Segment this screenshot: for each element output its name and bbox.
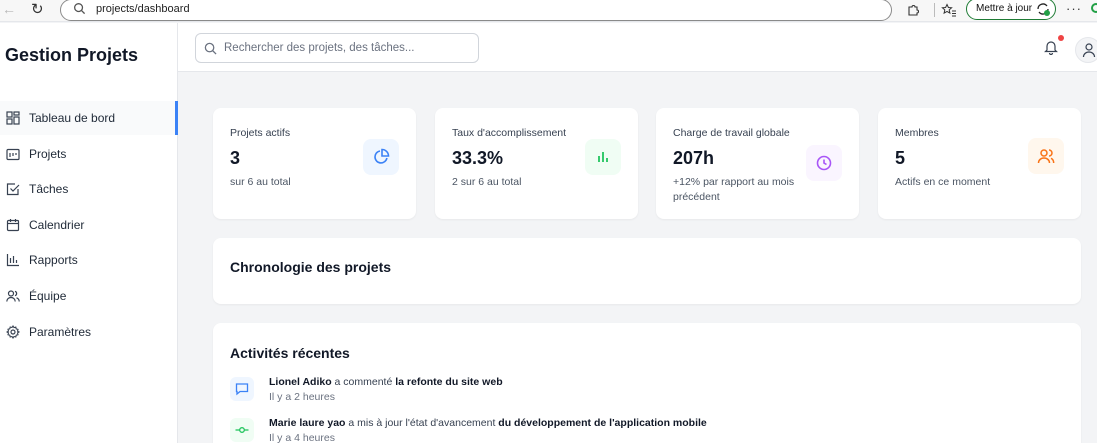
notification-badge (1058, 35, 1064, 41)
avatar[interactable] (1075, 37, 1097, 63)
clock-icon (816, 155, 832, 171)
favorites-icon[interactable] (941, 3, 957, 18)
activity-target: la refonte du site web (395, 376, 503, 388)
list-item[interactable]: Lionel Adiko a commenté la refonte du si… (230, 376, 1030, 412)
activity-icon-box (230, 377, 254, 401)
stat-title: Membres (895, 127, 939, 139)
top-header (178, 23, 1097, 72)
sidebar-item-label: Projets (29, 147, 67, 161)
stat-title: Taux d'accomplissement (452, 127, 567, 139)
stat-icon-box (585, 139, 621, 175)
sidebar-item-team[interactable]: Équipe (0, 279, 178, 313)
activity-user: Marie laure yao (269, 417, 346, 429)
pie-chart-icon (374, 148, 390, 164)
address-bar[interactable]: projects/dashboard (60, 0, 892, 21)
sidebar-item-label: Rapports (29, 253, 78, 267)
search-input[interactable] (224, 39, 474, 57)
app-title: Gestion Projets (5, 45, 139, 65)
activity-text: Marie laure yao a mis à jour l'état d'av… (269, 417, 707, 429)
sidebar-item-settings[interactable]: Paramètres (0, 315, 178, 349)
users-icon (1037, 149, 1055, 164)
gear-icon (6, 325, 20, 339)
activity-user: Lionel Adiko (269, 376, 332, 388)
search-icon (204, 42, 217, 55)
user-icon (1082, 43, 1096, 58)
stat-value: 207h (673, 148, 715, 168)
stat-card-completion-rate: Taux d'accomplissement 33.3% 2 sur 6 au … (435, 108, 638, 219)
activities-title: Activités récentes (230, 345, 350, 361)
stat-subtitle: Actifs en ce moment (895, 176, 991, 188)
sidebar-item-label: Tâches (29, 182, 69, 196)
browser-toolbar: ← ↻ projects/dashboard Mettre à jour ··· (0, 0, 1097, 22)
stat-value: 5 (895, 148, 906, 168)
folder-icon (6, 148, 20, 161)
search-box[interactable] (195, 33, 479, 63)
stat-title: Charge de travail globale (673, 127, 790, 139)
stat-icon-box (363, 139, 399, 175)
timeline-title: Chronologie des projets (230, 259, 392, 275)
activity-action: a commenté (331, 376, 396, 388)
stat-card-members: Membres 5 Actifs en ce moment (878, 108, 1081, 219)
stat-subtitle: +12% par rapport au mois précédent (673, 176, 795, 203)
commit-icon (235, 427, 249, 433)
stat-card-workload: Charge de travail globale 207h +12% par … (656, 108, 859, 219)
activity-text: Lionel Adiko a commenté la refonte du si… (269, 376, 503, 388)
sidebar-item-tasks[interactable]: Tâches (0, 172, 178, 206)
activity-target: du développement de l'application mobile (498, 417, 707, 429)
sidebar-item-reports[interactable]: Rapports (0, 243, 178, 277)
list-item[interactable]: Marie laure yao a mis à jour l'état d'av… (230, 417, 1030, 443)
grid-icon (6, 111, 20, 125)
activity-icon-box (230, 418, 254, 442)
extensions-icon[interactable] (906, 3, 920, 17)
calendar-icon (6, 219, 20, 232)
sidebar-item-label: Tableau de bord (29, 111, 116, 125)
reload-icon[interactable]: ↻ (31, 0, 44, 18)
sidebar-item-label: Paramètres (29, 325, 92, 339)
activities-card: Activités récentes Lionel Adiko a commen… (213, 323, 1081, 443)
bar-chart-icon (598, 152, 608, 162)
stat-icon-box (806, 145, 842, 181)
stat-value: 3 (230, 148, 241, 168)
stat-subtitle: 2 sur 6 au total (452, 176, 522, 188)
profile-indicator-icon[interactable] (1091, 3, 1097, 13)
stat-value: 33.3% (452, 148, 504, 168)
stat-card-active-projects: Projets actifs 3 sur 6 au total (213, 108, 416, 219)
back-arrow-icon[interactable]: ← (2, 1, 16, 17)
timeline-card: Chronologie des projets (213, 238, 1081, 304)
toolbar-divider (934, 3, 935, 17)
bell-icon[interactable] (1044, 39, 1058, 55)
stat-subtitle: sur 6 au total (230, 176, 291, 188)
update-icon (1037, 3, 1050, 16)
sidebar-item-label: Équipe (29, 289, 67, 303)
sidebar-item-dashboard[interactable]: Tableau de bord (0, 101, 178, 135)
sidebar-item-label: Calendrier (29, 218, 85, 232)
users-icon (6, 290, 20, 302)
stat-icon-box (1028, 138, 1064, 174)
update-button-label: Mettre à jour (976, 3, 1033, 14)
activity-time: Il y a 2 heures (269, 391, 335, 403)
activity-action: a mis à jour l'état d'avancement (345, 417, 499, 429)
checkbox-icon (6, 183, 20, 196)
update-button[interactable]: Mettre à jour (966, 0, 1056, 20)
more-menu-icon[interactable]: ··· (1066, 1, 1082, 16)
activity-time: Il y a 4 heures (269, 432, 335, 443)
sidebar: Gestion Projets Tableau de bord Projets … (0, 23, 178, 443)
sidebar-item-calendar[interactable]: Calendrier (0, 208, 178, 242)
message-icon (235, 383, 249, 396)
address-url: projects/dashboard (96, 3, 190, 15)
stat-title: Projets actifs (230, 127, 291, 139)
bar-chart-icon (6, 254, 19, 267)
search-icon (74, 3, 86, 15)
sidebar-item-projects[interactable]: Projets (0, 137, 178, 171)
